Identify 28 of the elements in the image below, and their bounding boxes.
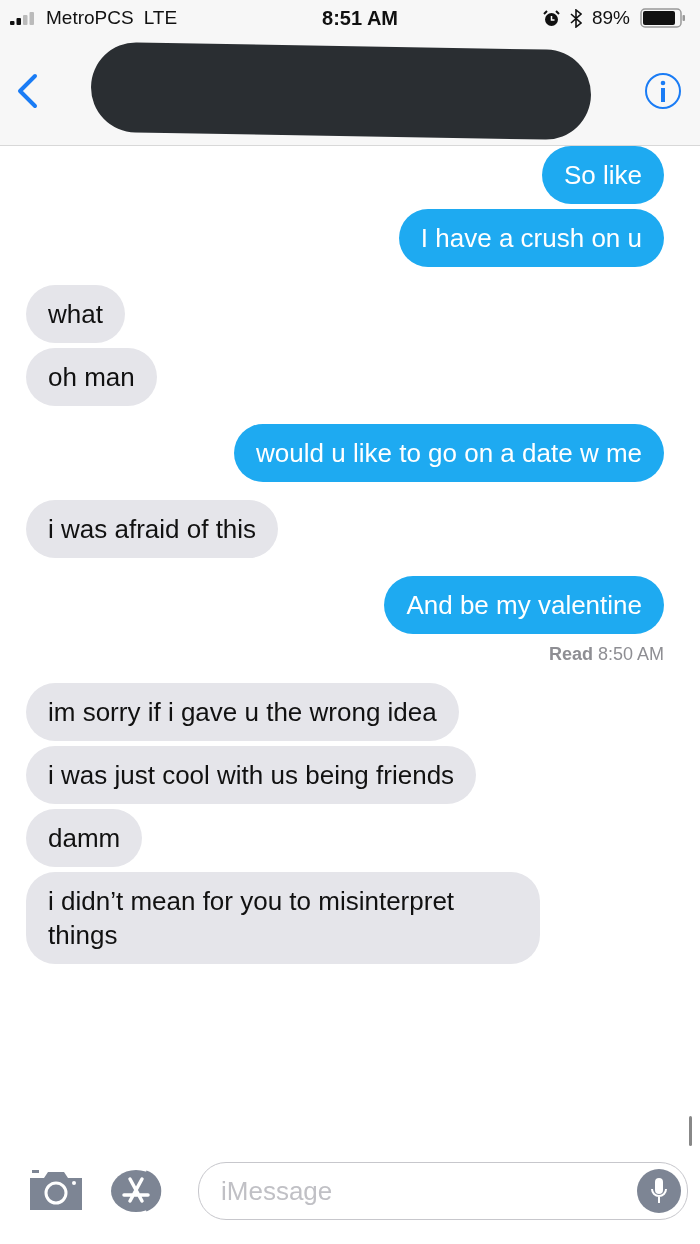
sent-message: I have a crush on u <box>398 209 664 267</box>
microphone-icon <box>649 1176 669 1206</box>
received-message: i was just cool with us being friends <box>26 746 477 804</box>
sent-message: would u like to go on a date w me <box>234 424 664 482</box>
signal-icon <box>10 11 36 25</box>
clock-time: 8:51 AM <box>322 6 398 30</box>
carrier-name: MetroPCS <box>46 7 134 29</box>
sent-message: So like <box>541 146 664 204</box>
received-message: i was afraid of this <box>26 500 279 558</box>
received-message: im sorry if i gave u the wrong idea <box>26 683 459 741</box>
back-chevron-icon[interactable] <box>16 72 38 109</box>
info-icon[interactable] <box>644 71 682 110</box>
microphone-button[interactable] <box>637 1169 681 1213</box>
camera-icon[interactable] <box>28 1170 84 1212</box>
alarm-clock-icon <box>542 9 560 27</box>
received-message: what <box>26 285 125 343</box>
received-message: damm <box>26 809 143 867</box>
read-receipt: Read 8:50 AM <box>548 644 664 665</box>
message-input-field[interactable]: iMessage <box>219 1174 637 1208</box>
bluetooth-icon <box>569 8 582 28</box>
battery-percentage: 89% <box>591 7 630 29</box>
sent-message: And be my valentine <box>384 576 664 634</box>
network-type: LTE <box>143 7 178 29</box>
message-field[interactable]: iMessage <box>198 1162 688 1220</box>
battery-icon <box>640 8 686 28</box>
received-message: oh man <box>26 348 157 406</box>
received-message: i didn’t mean for you to misinterpret things <box>26 872 540 964</box>
scroll-indicator <box>689 1116 692 1146</box>
